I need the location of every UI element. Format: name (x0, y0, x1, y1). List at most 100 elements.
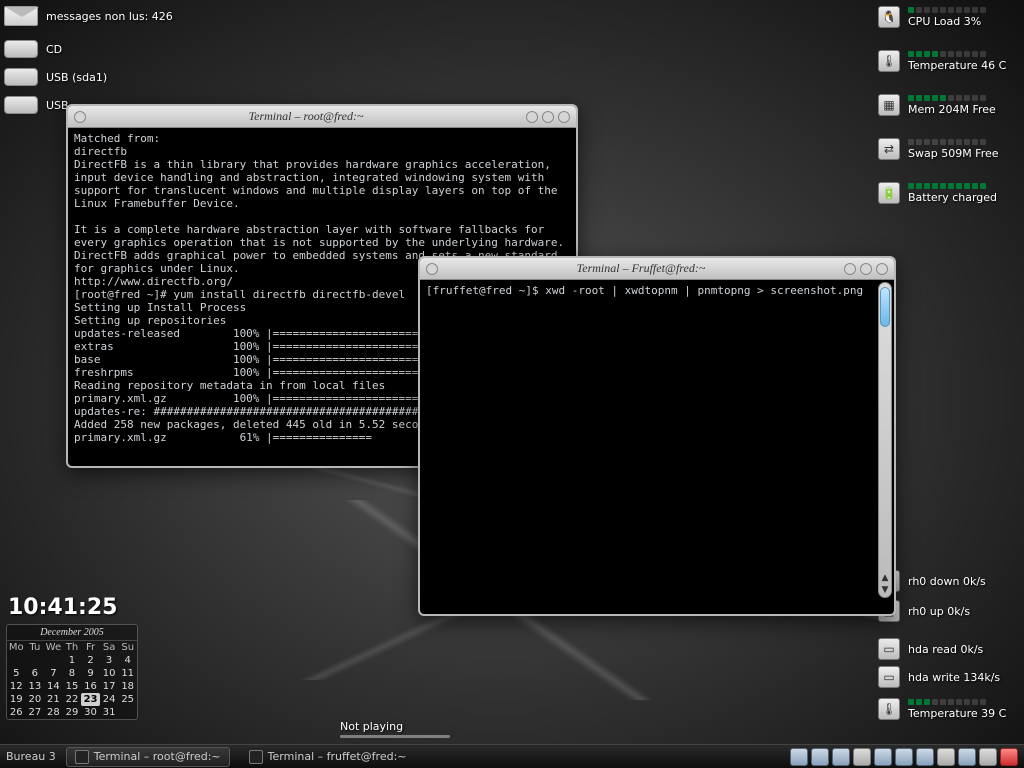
calendar-day[interactable]: 29 (63, 706, 82, 719)
tray-icon[interactable] (790, 748, 808, 766)
cd-label: CD (46, 43, 62, 56)
scroll-up-icon[interactable]: ▲ (879, 573, 891, 585)
calendar-day[interactable]: 2 (81, 654, 100, 667)
calendar-day[interactable]: 1 (63, 654, 82, 667)
desklet-messages[interactable]: messages non lus: 426 (4, 6, 173, 26)
calendar-day[interactable]: 30 (81, 706, 100, 719)
titlebar[interactable]: Terminal – root@fred:~ (68, 106, 576, 128)
now-playing: Not playing (340, 720, 403, 733)
terminal-icon (75, 750, 89, 764)
mem-label: Mem 204M Free (908, 103, 996, 116)
thermometer-icon: 🌡 (878, 698, 900, 720)
calendar-day[interactable]: 15 (63, 680, 82, 693)
calendar-day[interactable]: 9 (81, 667, 100, 680)
calendar-day[interactable]: 12 (7, 680, 26, 693)
menu-button[interactable] (426, 263, 438, 275)
calendar-day[interactable]: 26 (7, 706, 26, 719)
hdaw-label: hda write 134k/s (908, 671, 1018, 684)
task-label: Terminal – fruffet@fred:~ (268, 750, 407, 763)
maximize-button[interactable] (542, 111, 554, 123)
monitor-net-up: ▲ rh0 up 0k/s (878, 600, 1018, 622)
taskbar-task-terminal-root[interactable]: Terminal – root@fred:~ (66, 747, 230, 767)
monitor-mem: ▦ Mem 204M Free (878, 94, 1018, 116)
tray-icon[interactable] (853, 748, 871, 766)
desklet-cd[interactable]: CD (4, 40, 62, 58)
tray-icon[interactable] (874, 748, 892, 766)
calendar-day[interactable]: 3 (100, 654, 119, 667)
tray-icon[interactable] (832, 748, 850, 766)
calendar-day[interactable]: 20 (26, 693, 45, 706)
calendar-day[interactable]: 23 (81, 693, 100, 706)
terminal-icon (249, 750, 263, 764)
calendar-day[interactable] (26, 654, 45, 667)
menu-button[interactable] (74, 111, 86, 123)
player-progress[interactable] (340, 735, 450, 738)
hdar-label: hda read 0k/s (908, 643, 1018, 656)
tray-icon[interactable] (895, 748, 913, 766)
calendar-day[interactable]: 6 (26, 667, 45, 680)
monitor-hda-read: ▭ hda read 0k/s (878, 638, 1018, 660)
calendar-day[interactable]: 21 (44, 693, 63, 706)
calendar-day[interactable]: 22 (63, 693, 82, 706)
workspace-label[interactable]: Bureau 3 (6, 750, 56, 763)
clock: 10:41:25 (8, 595, 117, 620)
monitor-net-down: ▼ rh0 down 0k/s (878, 570, 1018, 592)
calendar-day[interactable]: 11 (118, 667, 137, 680)
batt-label: Battery charged (908, 191, 997, 204)
calendar-day[interactable]: 13 (26, 680, 45, 693)
tray-icon[interactable] (811, 748, 829, 766)
battery-icon: 🔋 (878, 182, 900, 204)
tray-icon[interactable] (958, 748, 976, 766)
swap-icon: ⇄ (878, 138, 900, 160)
calendar-day[interactable]: 19 (7, 693, 26, 706)
disk-icon: ▭ (878, 638, 900, 660)
calendar-day[interactable]: 8 (63, 667, 82, 680)
calendar-day[interactable]: 18 (118, 680, 137, 693)
messages-label: messages non lus: 426 (46, 10, 173, 23)
tray-icon[interactable] (937, 748, 955, 766)
minimize-button[interactable] (526, 111, 538, 123)
maximize-button[interactable] (860, 263, 872, 275)
chip-icon: ▦ (878, 94, 900, 116)
taskbar[interactable]: Bureau 3 Terminal – root@fred:~ Terminal… (0, 744, 1024, 768)
monitor-temp1: 🌡 Temperature 46 C (878, 50, 1018, 72)
calendar-day[interactable]: 5 (7, 667, 26, 680)
tray-icon[interactable] (916, 748, 934, 766)
calendar-day[interactable]: 31 (100, 706, 119, 719)
usb-icon (4, 68, 38, 86)
scrollbar[interactable]: ▲ ▼ (878, 282, 892, 598)
calendar[interactable]: December 2005 MoTuWeThFrSaSu 12345678910… (6, 624, 138, 720)
scroll-down-icon[interactable]: ▼ (879, 585, 891, 597)
calendar-day[interactable]: 25 (118, 693, 137, 706)
monitor-temp2: 🌡 Temperature 39 C (878, 698, 1018, 720)
monitor-battery: 🔋 Battery charged (878, 182, 1018, 204)
calendar-day[interactable]: 14 (44, 680, 63, 693)
minimize-button[interactable] (844, 263, 856, 275)
titlebar[interactable]: Terminal – Fruffet@fred:~ (420, 258, 894, 280)
calendar-day[interactable]: 10 (100, 667, 119, 680)
desklet-usb1[interactable]: USB (sda1) (4, 68, 107, 86)
calendar-day[interactable]: 27 (26, 706, 45, 719)
thermometer-icon: 🌡 (878, 50, 900, 72)
monitor-hda-write: ▭ hda write 134k/s (878, 666, 1018, 688)
calendar-day[interactable]: 17 (100, 680, 119, 693)
calendar-day[interactable]: 28 (44, 706, 63, 719)
swap-label: Swap 509M Free (908, 147, 999, 160)
calendar-day[interactable] (118, 706, 137, 719)
usb1-label: USB (sda1) (46, 71, 107, 84)
tray-icon[interactable] (979, 748, 997, 766)
scrollbar-thumb[interactable] (880, 287, 890, 327)
calendar-day[interactable]: 4 (118, 654, 137, 667)
terminal-output[interactable]: [fruffet@fred ~]$ xwd -root | xwdtopnm |… (420, 280, 894, 301)
taskbar-task-terminal-fruffet[interactable]: Terminal – fruffet@fred:~ (240, 747, 416, 767)
desklet-usb2[interactable]: USB (4, 96, 69, 114)
calendar-day[interactable]: 7 (44, 667, 63, 680)
terminal-window-fruffet[interactable]: Terminal – Fruffet@fred:~ [fruffet@fred … (418, 256, 896, 616)
tray-logout-icon[interactable] (1000, 748, 1018, 766)
calendar-day[interactable] (7, 654, 26, 667)
calendar-day[interactable]: 24 (100, 693, 119, 706)
calendar-day[interactable] (44, 654, 63, 667)
calendar-day[interactable]: 16 (81, 680, 100, 693)
close-button[interactable] (558, 111, 570, 123)
close-button[interactable] (876, 263, 888, 275)
